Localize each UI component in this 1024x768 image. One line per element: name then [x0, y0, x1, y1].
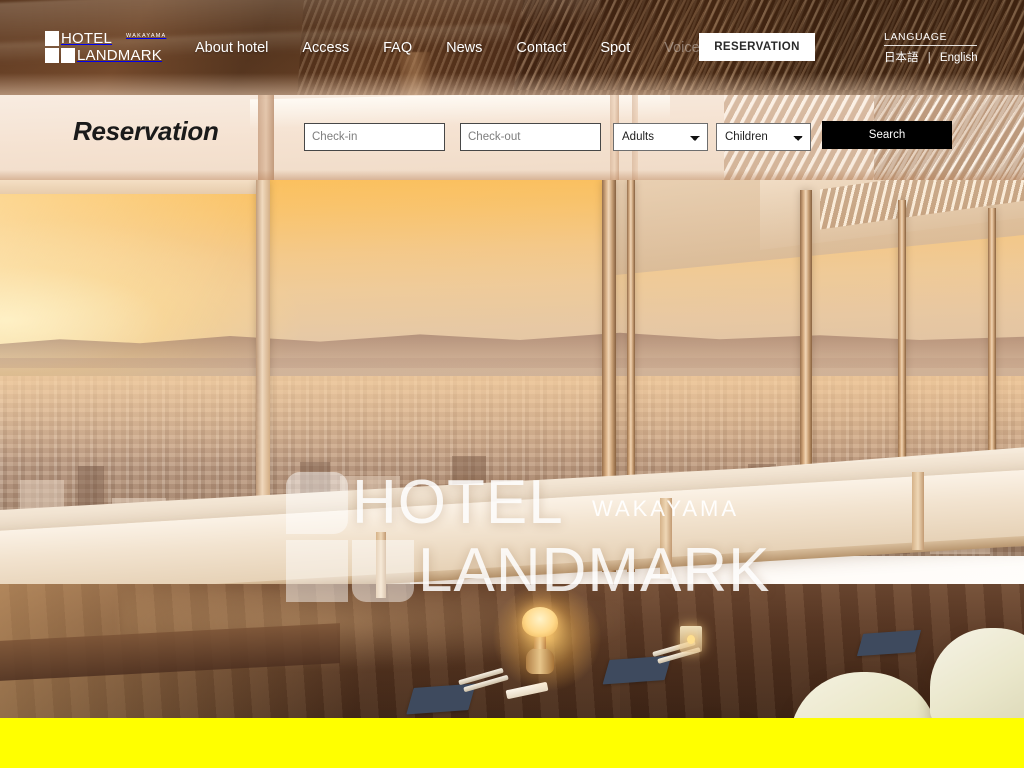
lamp-glow	[492, 582, 602, 692]
site-logo[interactable]: HOTEL WAKAYAMA LANDMARK	[45, 30, 165, 64]
nav-item-access[interactable]: Access	[285, 40, 366, 56]
reservation-title: Reservation	[73, 116, 219, 146]
table-leg	[912, 472, 924, 550]
checkout-input[interactable]	[460, 123, 601, 151]
nav-item-faq[interactable]: FAQ	[366, 40, 429, 56]
language-link-japanese[interactable]: 日本語	[884, 52, 919, 64]
nav-item-contact[interactable]: Contact	[499, 40, 583, 56]
logo-line-1: HOTEL WAKAYAMA	[45, 30, 165, 47]
main-navigation: About hotel Access FAQ News Contact Spot…	[178, 0, 717, 95]
logo-hotel-text: HOTEL	[61, 30, 113, 47]
logo-square-icon	[45, 31, 59, 46]
search-button[interactable]: Search	[822, 121, 952, 149]
logo-line-2: LANDMARK	[45, 47, 165, 64]
checkin-input[interactable]	[304, 123, 445, 151]
site-header: HOTEL WAKAYAMA LANDMARK About hotel Acce…	[0, 0, 1024, 95]
chair	[930, 628, 1024, 718]
logo-square-icon	[45, 48, 59, 63]
lamp-neck	[534, 635, 546, 649]
table-leg	[376, 532, 386, 598]
nav-item-news[interactable]: News	[429, 40, 499, 56]
page-root: HOTEL LANDMARK WAKAYAMA HOTEL WAKAYAMA L…	[0, 0, 1024, 768]
children-select[interactable]: Children	[716, 123, 811, 151]
hero-image: HOTEL LANDMARK WAKAYAMA	[0, 180, 1024, 718]
nav-item-about-hotel[interactable]: About hotel	[178, 40, 285, 56]
language-label: LANGUAGE	[884, 31, 977, 46]
nav-item-spot[interactable]: Spot	[583, 40, 647, 56]
footer-band	[0, 718, 1024, 768]
placemat	[856, 629, 922, 657]
logo-wakayama-text: WAKAYAMA	[126, 33, 167, 39]
language-links: 日本語 | English	[884, 49, 978, 65]
table-leg	[660, 498, 672, 578]
language-link-english[interactable]: English	[940, 52, 978, 64]
language-switcher: LANGUAGE 日本語 | English	[884, 31, 978, 65]
logo-square-icon	[61, 48, 75, 63]
candle-holder	[680, 626, 702, 652]
resbar-floor-fade	[0, 170, 1024, 180]
resbar-column	[258, 95, 274, 180]
chair-back	[930, 628, 1024, 718]
chair	[790, 672, 938, 718]
lamp-base	[526, 648, 554, 674]
language-separator: |	[927, 52, 931, 64]
table-lamp	[522, 607, 558, 637]
header-content: HOTEL WAKAYAMA LANDMARK About hotel Acce…	[0, 0, 1024, 95]
logo-landmark-text: LANDMARK	[77, 47, 162, 64]
chair-back	[790, 672, 938, 718]
adults-select[interactable]: Adults	[613, 123, 708, 151]
reservation-button[interactable]: RESERVATION	[699, 33, 815, 61]
